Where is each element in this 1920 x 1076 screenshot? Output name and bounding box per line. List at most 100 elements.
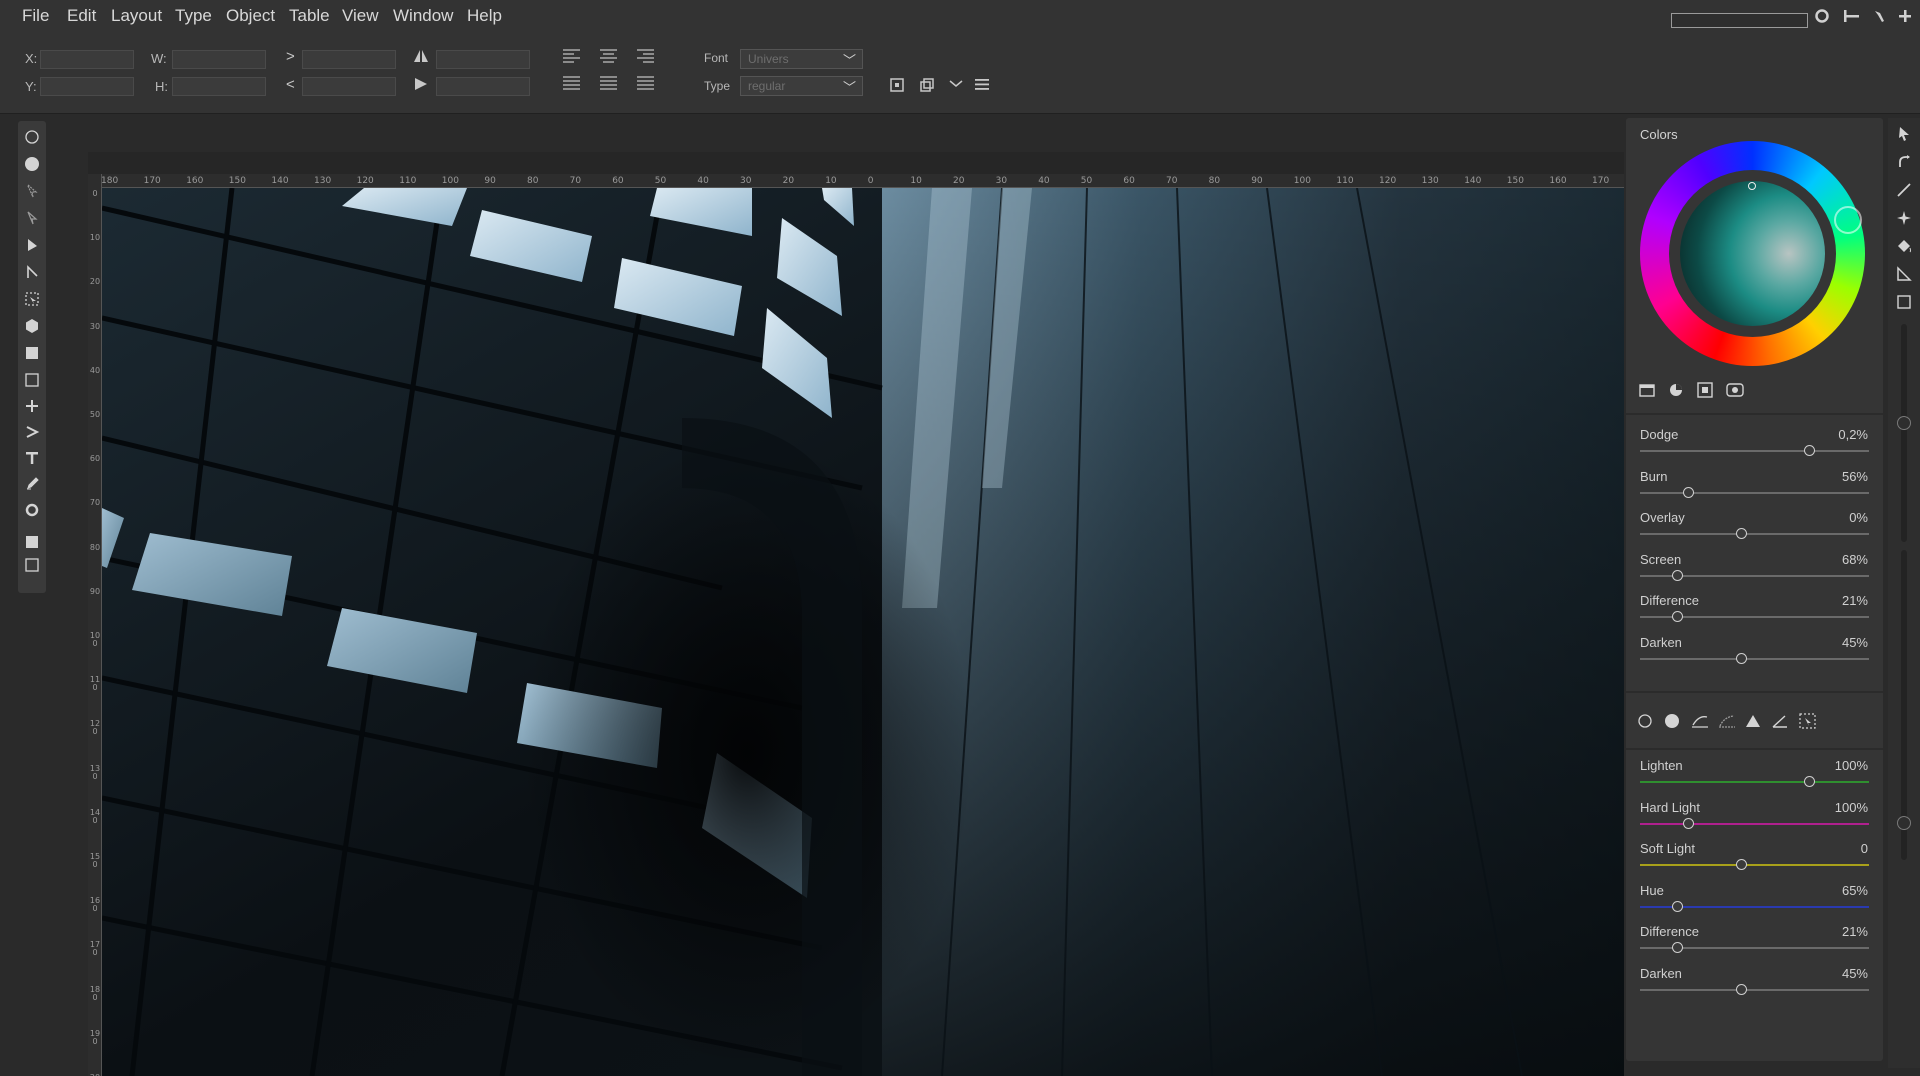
menu-file[interactable]: File bbox=[22, 6, 49, 26]
color-harmony-icon[interactable] bbox=[1668, 382, 1684, 402]
slider-track[interactable] bbox=[1640, 983, 1869, 995]
fill-swatch-icon[interactable] bbox=[18, 534, 46, 558]
circle-icon[interactable] bbox=[1814, 8, 1830, 29]
direct-select-tool-icon[interactable] bbox=[18, 183, 46, 207]
menu-layout[interactable]: Layout bbox=[111, 6, 162, 26]
slider-track[interactable] bbox=[1640, 528, 1869, 539]
menu-type[interactable]: Type bbox=[175, 6, 212, 26]
slider-thumb[interactable] bbox=[1804, 776, 1816, 787]
chevron-down-icon[interactable] bbox=[948, 75, 964, 96]
canvas-image[interactable] bbox=[102, 188, 1624, 1076]
justify-left-icon[interactable] bbox=[563, 76, 580, 91]
angle-icon[interactable] bbox=[1772, 713, 1788, 733]
slider-thumb[interactable] bbox=[1804, 445, 1816, 456]
circle-outline-icon[interactable] bbox=[1637, 713, 1653, 733]
pen-nib-tool-icon[interactable] bbox=[18, 476, 46, 500]
align-left-icon[interactable] bbox=[563, 49, 580, 64]
slider-thumb[interactable] bbox=[1735, 983, 1747, 995]
sparkle-icon[interactable] bbox=[1888, 210, 1920, 230]
rotate-icon[interactable] bbox=[1888, 154, 1920, 174]
y-field[interactable] bbox=[40, 77, 134, 96]
stroke-swatch-icon[interactable] bbox=[18, 557, 46, 581]
saturation-disc[interactable] bbox=[1680, 181, 1825, 326]
curve-graph-icon[interactable] bbox=[1691, 713, 1709, 733]
slider-thumb[interactable] bbox=[1671, 900, 1683, 912]
rectangle-fill-tool-icon[interactable] bbox=[18, 345, 46, 369]
fill-bucket-icon[interactable] bbox=[1888, 238, 1920, 258]
color-mode-icon[interactable] bbox=[1726, 382, 1744, 402]
slider-thumb[interactable] bbox=[1671, 942, 1683, 953]
justify-center-icon[interactable] bbox=[600, 76, 617, 91]
justify-all-icon[interactable] bbox=[637, 76, 654, 91]
slider-thumb[interactable] bbox=[1735, 652, 1747, 664]
flip-horizontal-icon[interactable] bbox=[412, 48, 430, 69]
scrollbar-thumb[interactable] bbox=[1897, 816, 1911, 830]
min-field[interactable] bbox=[302, 77, 396, 96]
rotate-field[interactable] bbox=[436, 50, 530, 69]
skew-icon[interactable] bbox=[412, 76, 430, 97]
menu-icon[interactable] bbox=[974, 76, 990, 97]
hue-picker-handle[interactable] bbox=[1834, 206, 1862, 234]
slider-thumb[interactable] bbox=[1683, 817, 1695, 829]
group-select-tool-icon[interactable] bbox=[18, 210, 46, 234]
x-field[interactable] bbox=[40, 50, 134, 69]
slider-track[interactable] bbox=[1640, 776, 1869, 787]
wheel-picker-handle[interactable] bbox=[1748, 182, 1756, 190]
scrollbar-thumb[interactable] bbox=[1897, 416, 1911, 430]
rectangle-outline-tool-icon[interactable] bbox=[18, 372, 46, 396]
slider-track[interactable] bbox=[1640, 611, 1869, 622]
slider-track[interactable] bbox=[1640, 900, 1869, 912]
menu-help[interactable]: Help bbox=[467, 6, 502, 26]
slider-track[interactable] bbox=[1640, 817, 1869, 829]
slider-track[interactable] bbox=[1640, 859, 1869, 870]
square-outline-icon[interactable] bbox=[1888, 294, 1920, 314]
frame-fit-icon[interactable] bbox=[889, 77, 905, 98]
circle-filled-icon[interactable] bbox=[1664, 713, 1680, 733]
type-select[interactable]: regular ﹀ bbox=[740, 76, 863, 96]
pin-tool-icon[interactable] bbox=[1872, 8, 1888, 29]
menu-edit[interactable]: Edit bbox=[67, 6, 96, 26]
slider-track[interactable] bbox=[1640, 942, 1869, 953]
scrollbar-track[interactable] bbox=[1897, 550, 1911, 860]
hexagon-tool-icon[interactable] bbox=[18, 318, 46, 342]
selection-transform-icon[interactable] bbox=[1799, 713, 1817, 733]
eyedropper-frame-icon[interactable] bbox=[1697, 382, 1713, 402]
plus-icon[interactable] bbox=[1897, 8, 1913, 29]
ellipse-fill-tool-icon[interactable] bbox=[18, 156, 46, 180]
slider-track[interactable] bbox=[1640, 652, 1869, 664]
color-wheel[interactable] bbox=[1640, 141, 1865, 366]
slider-thumb[interactable] bbox=[1683, 486, 1695, 498]
menu-table[interactable]: Table bbox=[289, 6, 330, 26]
select-arrow-tool-icon[interactable] bbox=[18, 237, 46, 261]
w-field[interactable] bbox=[172, 50, 266, 69]
scrollbar-track[interactable] bbox=[1897, 324, 1911, 542]
text-tool-icon[interactable] bbox=[18, 450, 46, 474]
slider-track[interactable] bbox=[1640, 569, 1869, 581]
max-field[interactable] bbox=[302, 50, 396, 69]
duplicate-icon[interactable] bbox=[919, 77, 935, 98]
slider-thumb[interactable] bbox=[1671, 569, 1683, 581]
align-center-icon[interactable] bbox=[600, 49, 617, 64]
menu-window[interactable]: Window bbox=[393, 6, 453, 26]
curve-graph-alt-icon[interactable] bbox=[1718, 713, 1736, 733]
slider-thumb[interactable] bbox=[1735, 859, 1747, 870]
ellipse-outline-tool-icon[interactable] bbox=[18, 129, 46, 153]
slider-track[interactable] bbox=[1640, 445, 1869, 456]
slider-track[interactable] bbox=[1640, 486, 1869, 498]
pointer-icon[interactable] bbox=[1888, 126, 1920, 146]
marquee-tool-icon[interactable] bbox=[18, 291, 46, 315]
menu-object[interactable]: Object bbox=[226, 6, 275, 26]
font-select[interactable]: Univers ﹀ bbox=[740, 49, 863, 69]
h-field[interactable] bbox=[172, 77, 266, 96]
search-input[interactable] bbox=[1671, 13, 1808, 28]
slider-thumb[interactable] bbox=[1671, 611, 1683, 622]
align-right-icon[interactable] bbox=[637, 49, 654, 64]
line-icon[interactable] bbox=[1888, 182, 1920, 202]
menu-view[interactable]: View bbox=[342, 6, 379, 26]
ruler-angle-icon[interactable] bbox=[1888, 266, 1920, 286]
skew-field[interactable] bbox=[436, 77, 530, 96]
chevron-right-tool-icon[interactable] bbox=[18, 424, 46, 448]
slider-thumb[interactable] bbox=[1735, 528, 1747, 539]
pin-left-icon[interactable] bbox=[1843, 8, 1861, 29]
pen-angle-tool-icon[interactable] bbox=[18, 264, 46, 288]
